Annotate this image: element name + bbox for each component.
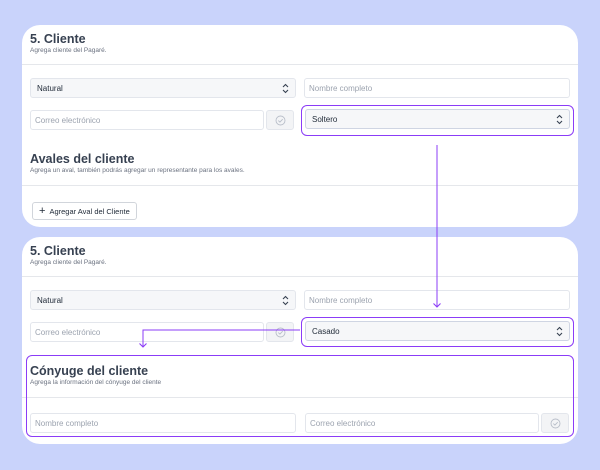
- guarantors-subtitle: Agrega un aval, también podrás agregar u…: [30, 167, 245, 174]
- full-name-input[interactable]: Nombre completo: [304, 290, 570, 310]
- divider: [22, 276, 578, 277]
- chevron-updown-icon: [282, 295, 289, 306]
- section-subtitle: Agrega cliente del Pagaré.: [30, 47, 107, 54]
- chevron-updown-icon: [282, 83, 289, 94]
- person-type-select[interactable]: Natural: [30, 78, 296, 98]
- email-input[interactable]: Correo electrónico: [30, 322, 264, 342]
- civil-status-highlight-before: [301, 105, 574, 136]
- add-guarantor-label: Agregar Aval del Cliente: [49, 206, 130, 216]
- civil-status-highlight-after: [301, 317, 574, 347]
- section-title: 5. Cliente: [30, 32, 86, 46]
- verify-email-button[interactable]: [266, 110, 294, 130]
- email-input[interactable]: Correo electrónico: [30, 110, 264, 130]
- check-circle-icon: [275, 115, 285, 125]
- person-type-value: Natural: [37, 83, 63, 93]
- person-type-select[interactable]: Natural: [30, 290, 296, 310]
- section-title: 5. Cliente: [30, 244, 86, 258]
- add-guarantor-button[interactable]: + Agregar Aval del Cliente: [32, 202, 137, 220]
- spouse-section-highlight: [26, 355, 574, 437]
- full-name-input[interactable]: Nombre completo: [304, 78, 570, 98]
- plus-icon: +: [39, 204, 46, 217]
- verify-email-button[interactable]: [266, 322, 294, 342]
- check-circle-icon: [275, 327, 285, 337]
- divider: [22, 64, 578, 65]
- person-type-value: Natural: [37, 295, 63, 305]
- section-subtitle: Agrega cliente del Pagaré.: [30, 259, 107, 266]
- guarantors-title: Avales del cliente: [30, 152, 135, 166]
- divider: [22, 185, 578, 186]
